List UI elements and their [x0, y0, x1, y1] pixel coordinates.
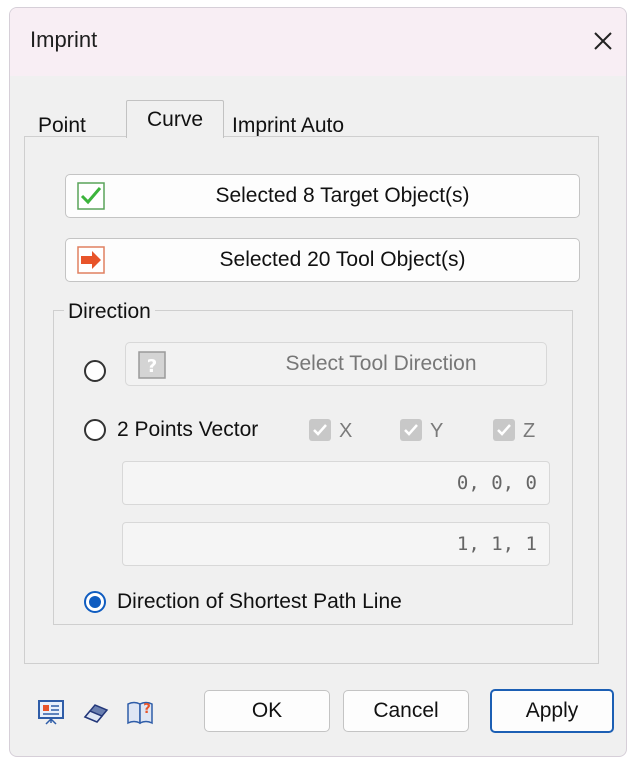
checkbox-y[interactable]	[400, 419, 422, 441]
direction-group-title: Direction	[64, 300, 155, 324]
svg-text:?: ?	[143, 702, 151, 717]
target-objects-label: Selected 8 Target Object(s)	[215, 184, 470, 207]
window-title: Imprint	[30, 27, 98, 52]
radio-two-points-vector[interactable]	[84, 419, 106, 441]
tab-curve[interactable]: Curve	[126, 100, 224, 138]
tab-point[interactable]: Point	[38, 114, 86, 138]
checkbox-y-label: Y	[430, 420, 444, 442]
two-points-vector-label: 2 Points Vector	[117, 418, 259, 441]
eraser-icon[interactable]	[81, 697, 111, 727]
checkbox-z[interactable]	[493, 419, 515, 441]
start-point-field[interactable]: 0, 0, 0	[122, 461, 550, 505]
shortest-path-label: Direction of Shortest Path Line	[117, 590, 402, 613]
select-tool-direction-button[interactable]: ? Select Tool Direction	[125, 342, 547, 386]
tool-objects-label: Selected 20 Tool Object(s)	[219, 248, 466, 271]
tab-curve-label: Curve	[146, 107, 204, 131]
checkbox-x[interactable]	[309, 419, 331, 441]
tool-objects-button[interactable]: Selected 20 Tool Object(s)	[65, 238, 580, 282]
ok-button[interactable]: OK	[204, 690, 330, 732]
close-icon[interactable]	[588, 26, 618, 56]
target-objects-button[interactable]: Selected 8 Target Object(s)	[65, 174, 580, 218]
help-book-icon[interactable]: ?	[125, 697, 155, 727]
presentation-icon[interactable]	[36, 697, 66, 727]
end-point-field[interactable]: 1, 1, 1	[122, 522, 550, 566]
start-point-value: 0, 0, 0	[456, 472, 537, 494]
select-tool-direction-label: Select Tool Direction	[285, 352, 477, 375]
radio-shortest-path[interactable]	[84, 591, 106, 613]
tab-imprint-auto[interactable]: Imprint Auto	[232, 114, 344, 138]
checkbox-z-label: Z	[523, 420, 536, 442]
title-bar: Imprint	[10, 8, 626, 76]
cancel-button[interactable]: Cancel	[343, 690, 469, 732]
radio-select-tool-direction[interactable]	[84, 360, 106, 382]
apply-button[interactable]: Apply	[490, 689, 614, 733]
checkbox-x-label: X	[339, 420, 353, 442]
end-point-value: 1, 1, 1	[456, 533, 537, 555]
